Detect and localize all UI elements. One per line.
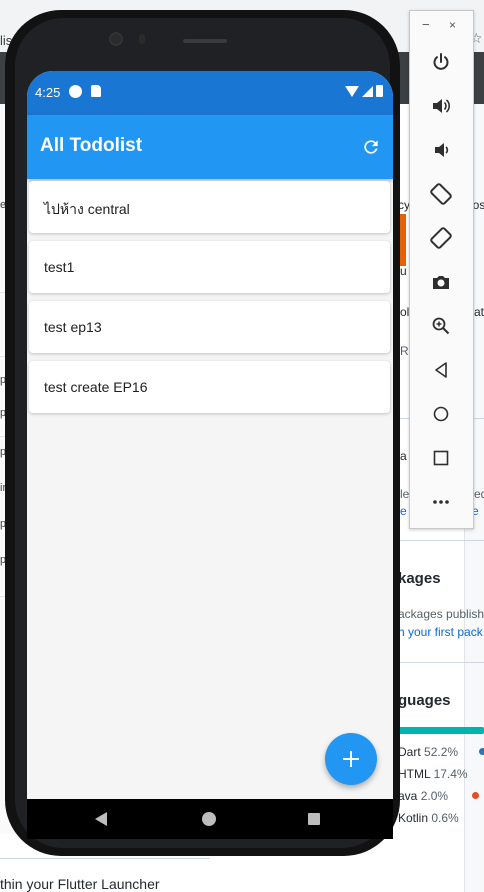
screenshot-button[interactable] bbox=[428, 269, 454, 295]
language-name: HTML bbox=[398, 767, 431, 781]
right-text-fragment: R bbox=[400, 344, 409, 358]
todo-title: test create EP16 bbox=[44, 379, 148, 395]
divider bbox=[388, 662, 484, 663]
language-color-dot bbox=[479, 748, 484, 755]
sensor bbox=[139, 34, 145, 44]
todo-title: ไปห้าง central bbox=[44, 201, 130, 217]
add-todo-button[interactable] bbox=[325, 733, 377, 785]
notification-icon bbox=[69, 85, 82, 98]
packages-heading: kages bbox=[398, 570, 441, 587]
divider bbox=[388, 540, 484, 541]
zoom-icon bbox=[432, 317, 450, 335]
right-text-fragment: ed bbox=[474, 487, 484, 501]
packages-description: ackages publishe bbox=[398, 607, 484, 621]
rotate-left-button[interactable] bbox=[428, 181, 454, 207]
todo-item[interactable]: test create EP16 bbox=[29, 361, 390, 413]
emulator-toolbar: − × bbox=[409, 10, 474, 529]
divider bbox=[0, 858, 210, 859]
back-icon bbox=[435, 362, 447, 378]
right-text-fragment: a bbox=[400, 449, 407, 463]
android-nav-bar bbox=[27, 799, 393, 839]
refresh-icon[interactable] bbox=[359, 135, 383, 159]
status-bar: 4:25 bbox=[27, 71, 393, 115]
zoom-button[interactable] bbox=[428, 313, 454, 339]
language-percent: 52.2% bbox=[424, 745, 459, 759]
volume-up-button[interactable] bbox=[428, 93, 454, 119]
right-text-fragment: u bbox=[400, 264, 407, 278]
language-entry[interactable]: HTML 17.4% bbox=[398, 767, 468, 781]
packages-link[interactable]: h your first pack bbox=[398, 625, 483, 639]
language-name: Kotlin bbox=[398, 811, 429, 825]
more-icon bbox=[433, 500, 449, 504]
front-camera bbox=[109, 32, 123, 46]
todo-title: test ep13 bbox=[44, 319, 102, 335]
app-bar: All Todolist bbox=[27, 115, 393, 179]
minimize-button[interactable]: − bbox=[422, 17, 430, 32]
volume-up-icon bbox=[433, 99, 451, 113]
overview-icon bbox=[433, 450, 449, 466]
language-percent: 17.4% bbox=[433, 767, 468, 781]
battery-icon bbox=[376, 85, 383, 97]
overview-button[interactable] bbox=[428, 445, 454, 471]
language-percent: 2.0% bbox=[420, 789, 449, 803]
earpiece-speaker bbox=[183, 39, 227, 43]
rotate-right-button[interactable] bbox=[428, 225, 454, 251]
language-color-dot bbox=[472, 792, 479, 799]
page-title: All Todolist bbox=[40, 135, 143, 156]
close-button[interactable]: × bbox=[449, 18, 456, 32]
nav-home-icon[interactable] bbox=[202, 812, 216, 826]
nav-back-icon[interactable] bbox=[95, 812, 107, 826]
nav-recents-icon[interactable] bbox=[308, 813, 320, 825]
power-button[interactable] bbox=[428, 49, 454, 75]
language-name: ava bbox=[398, 789, 418, 803]
right-text-fragment: ol bbox=[400, 305, 410, 319]
todo-title: test1 bbox=[44, 259, 75, 275]
back-button[interactable] bbox=[428, 357, 454, 383]
home-button[interactable] bbox=[428, 401, 454, 427]
power-icon bbox=[433, 53, 449, 70]
right-link-fragment[interactable]: e bbox=[400, 504, 407, 518]
language-entry[interactable]: Dart 52.2% bbox=[398, 745, 458, 759]
todo-item[interactable]: test1 bbox=[29, 241, 390, 293]
todo-item[interactable]: test ep13 bbox=[29, 301, 390, 353]
plus-icon bbox=[343, 751, 359, 767]
signal-icon bbox=[362, 86, 373, 97]
languages-heading: guages bbox=[398, 692, 451, 709]
rotate-left-icon bbox=[430, 183, 452, 205]
language-entry[interactable]: Kotlin 0.6% bbox=[398, 811, 459, 825]
status-indicators bbox=[345, 85, 383, 97]
todo-item[interactable]: ไปห้าง central bbox=[29, 181, 390, 233]
languages-bar bbox=[388, 727, 484, 734]
language-entry[interactable]: ava 2.0% bbox=[398, 789, 448, 803]
home-icon bbox=[433, 406, 449, 422]
language-percent: 0.6% bbox=[431, 811, 459, 825]
rotate-right-icon bbox=[430, 227, 452, 249]
sd-card-icon bbox=[91, 85, 101, 97]
volume-down-button[interactable] bbox=[428, 137, 454, 163]
page-bottom-text: thin your Flutter Launcher bbox=[0, 876, 160, 892]
wifi-icon bbox=[345, 86, 359, 97]
volume-down-icon bbox=[435, 143, 449, 157]
emulator-phone-frame: 4:25 All Todolist ไปห้าง central test1 t… bbox=[5, 10, 400, 856]
right-text-fragment: le bbox=[400, 487, 410, 501]
camera-icon bbox=[433, 276, 449, 289]
language-name: Dart bbox=[398, 745, 421, 759]
right-text-fragment: at bbox=[474, 305, 484, 319]
phone-screen: 4:25 All Todolist ไปห้าง central test1 t… bbox=[27, 71, 393, 839]
more-button[interactable] bbox=[428, 489, 454, 515]
status-time: 4:25 bbox=[35, 85, 61, 100]
